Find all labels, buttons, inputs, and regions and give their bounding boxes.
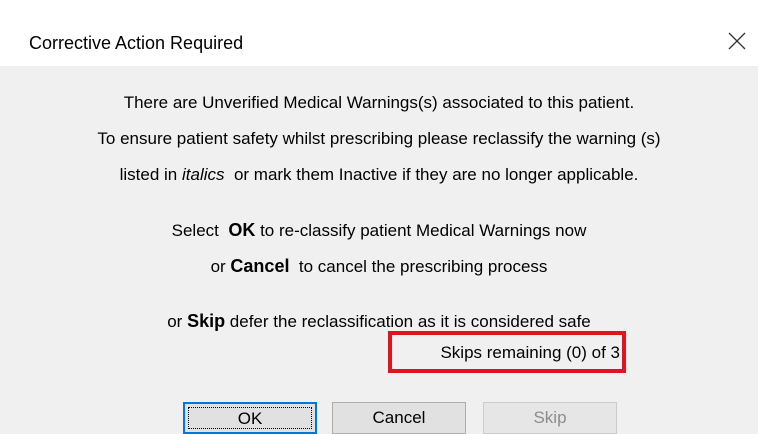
ok-button[interactable]: OK	[183, 402, 317, 434]
message-line-2: To ensure patient safety whilst prescrib…	[97, 129, 661, 148]
cancel-button[interactable]: Cancel	[332, 402, 466, 434]
corrective-action-dialog: Corrective Action Required There are Unv…	[0, 0, 758, 434]
dialog-title: Corrective Action Required	[29, 33, 244, 53]
message-line-1: There are Unverified Medical Warnings(s)…	[123, 93, 635, 112]
cancel-instruction: or Cancel to cancel the prescribing proc…	[210, 256, 548, 276]
skip-button[interactable]: Skip	[483, 402, 617, 434]
skips-remaining-label: Skips remaining (0) of 3	[440, 343, 620, 362]
title-bar: Corrective Action Required	[0, 0, 758, 66]
focus-indicator	[188, 407, 312, 429]
skip-instruction: or Skip defer the reclassification as it…	[167, 311, 591, 331]
message-line-3: listed in italics or mark them Inactive …	[119, 165, 639, 184]
ok-instruction: Select OK to re-classify patient Medical…	[171, 220, 587, 240]
close-icon[interactable]	[725, 29, 749, 53]
